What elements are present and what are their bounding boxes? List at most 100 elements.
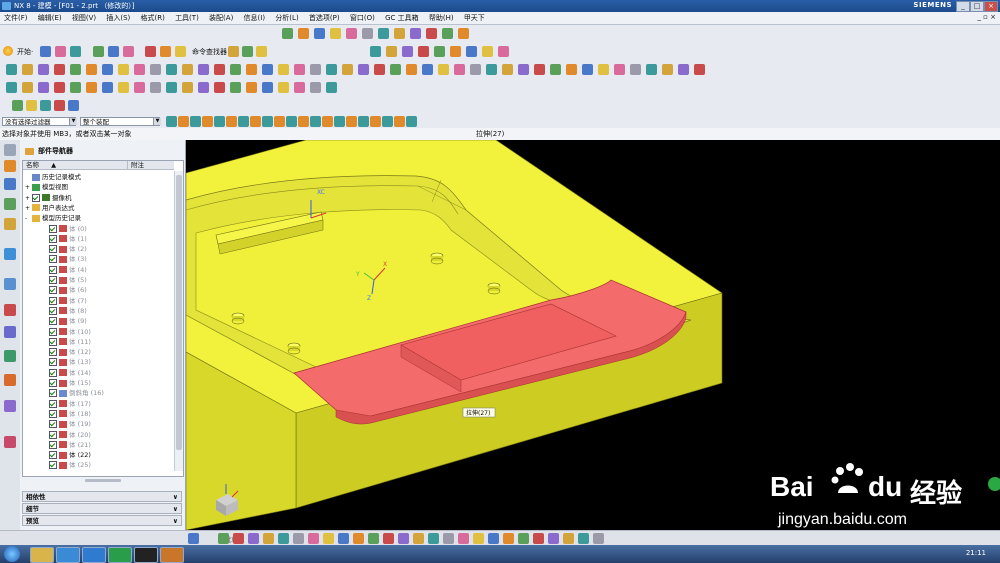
surface-tool-icon[interactable] <box>326 82 337 93</box>
feature-tool-icon[interactable] <box>358 64 369 75</box>
tree-node[interactable]: 体 (15) <box>23 378 183 388</box>
feature-tool-icon[interactable] <box>582 64 593 75</box>
feature-tool-icon[interactable] <box>6 64 17 75</box>
menu-help[interactable]: 帮助(H) <box>425 12 458 24</box>
tree-node[interactable]: - 模型历史记录 <box>23 213 175 223</box>
process-studio-tab-icon[interactable] <box>4 326 16 338</box>
sketch-tool-icon[interactable] <box>533 533 544 544</box>
tree-node[interactable]: 体 (25) <box>23 460 183 470</box>
selection-tool-icon[interactable] <box>370 116 381 127</box>
tree-node[interactable]: 体 (8) <box>23 306 183 316</box>
sketch-tool-icon[interactable] <box>308 533 319 544</box>
visibility-checkbox[interactable] <box>49 409 57 418</box>
standard-tool-icon[interactable] <box>160 46 171 57</box>
menu-info[interactable]: 信息(I) <box>240 12 270 24</box>
feature-tool-icon[interactable] <box>310 64 321 75</box>
visibility-checkbox[interactable] <box>49 461 57 470</box>
view-tool-icon[interactable] <box>346 28 357 39</box>
visibility-checkbox[interactable] <box>49 234 57 243</box>
view-tool-icon[interactable] <box>458 28 469 39</box>
menu-insert[interactable]: 插入(S) <box>102 12 134 24</box>
view-tool-icon[interactable] <box>362 28 373 39</box>
sketch-tool-icon[interactable] <box>593 533 604 544</box>
standard-tool-icon[interactable] <box>498 46 509 57</box>
surface-tool-icon[interactable] <box>22 82 33 93</box>
feature-tool-icon[interactable] <box>438 64 449 75</box>
visibility-checkbox[interactable] <box>32 193 40 202</box>
selection-tool-icon[interactable] <box>346 116 357 127</box>
sketch-tool-icon[interactable] <box>518 533 529 544</box>
view-tool-icon[interactable] <box>314 28 325 39</box>
windows-start-icon[interactable] <box>4 546 20 562</box>
menu-edit[interactable]: 编辑(E) <box>34 12 66 24</box>
minimize-button[interactable]: _ <box>956 1 970 12</box>
feature-tool-icon[interactable] <box>662 64 673 75</box>
utility-tool-icon[interactable] <box>54 100 65 111</box>
tree-node[interactable]: 体 (0) <box>23 224 183 234</box>
visibility-checkbox[interactable] <box>49 348 57 357</box>
visibility-checkbox[interactable] <box>49 224 57 233</box>
tree-node[interactable]: + 模型视图 <box>23 182 175 192</box>
menu-gc-toolkit[interactable]: GC 工具箱 <box>381 12 423 24</box>
sketch-tool-icon[interactable] <box>458 533 469 544</box>
tree-node[interactable]: 体 (3) <box>23 254 183 264</box>
surface-tool-icon[interactable] <box>166 82 177 93</box>
feature-tool-icon[interactable] <box>390 64 401 75</box>
visibility-checkbox[interactable] <box>49 276 57 284</box>
tree-node[interactable]: 体 (2) <box>23 244 183 254</box>
visibility-checkbox[interactable] <box>49 327 57 336</box>
scroll-thumb[interactable] <box>176 175 182 450</box>
tree-node[interactable]: + 摄像机 <box>23 193 175 203</box>
view-tool-icon[interactable] <box>410 28 421 39</box>
section-dependencies[interactable]: 相依性 ∨ <box>22 491 182 502</box>
surface-tool-icon[interactable] <box>118 82 129 93</box>
visibility-checkbox[interactable] <box>49 317 57 326</box>
feature-tool-icon[interactable] <box>86 64 97 75</box>
console-tab-icon[interactable] <box>4 400 16 412</box>
part-navigator-tab-icon[interactable] <box>4 160 16 172</box>
surface-tool-icon[interactable] <box>150 82 161 93</box>
feature-tool-icon[interactable] <box>118 64 129 75</box>
standard-tool-icon[interactable] <box>145 46 156 57</box>
tree-node[interactable]: + 用户表达式 <box>23 203 175 213</box>
visibility-checkbox[interactable] <box>49 337 57 346</box>
sketch-tool-icon[interactable] <box>563 533 574 544</box>
feature-tool-icon[interactable] <box>694 64 705 75</box>
view-tool-icon[interactable] <box>298 28 309 39</box>
sketch-tool-icon[interactable] <box>578 533 589 544</box>
close-button[interactable]: × <box>984 1 998 12</box>
reuse-library-tab-icon[interactable] <box>4 218 16 230</box>
sketch-tool-icon[interactable] <box>473 533 484 544</box>
feature-tool-icon[interactable] <box>150 64 161 75</box>
standard-tool-icon[interactable] <box>228 46 239 57</box>
standard-tool-icon[interactable] <box>386 46 397 57</box>
palette-tab-icon[interactable] <box>4 374 16 386</box>
surface-tool-icon[interactable] <box>198 82 209 93</box>
selection-tool-icon[interactable] <box>178 116 189 127</box>
tree-node[interactable]: 体 (13) <box>23 357 183 367</box>
sketch-tool-icon[interactable] <box>353 533 364 544</box>
visibility-checkbox[interactable] <box>49 265 57 274</box>
sketch-tool-icon[interactable] <box>548 533 559 544</box>
section-preview[interactable]: 预览 ∨ <box>22 515 182 526</box>
surface-tool-icon[interactable] <box>134 82 145 93</box>
standard-tool-icon[interactable] <box>370 46 381 57</box>
sketch-tool-icon[interactable] <box>323 533 334 544</box>
system-materials-tab-icon[interactable] <box>4 304 16 316</box>
feature-tool-icon[interactable] <box>550 64 561 75</box>
feature-tool-icon[interactable] <box>374 64 385 75</box>
view-tool-icon[interactable] <box>282 28 293 39</box>
visibility-checkbox[interactable] <box>49 358 57 367</box>
visibility-checkbox[interactable] <box>49 286 57 295</box>
help-tab-icon[interactable] <box>4 436 16 448</box>
selection-tool-icon[interactable] <box>202 116 213 127</box>
standard-tool-icon[interactable] <box>466 46 477 57</box>
feature-tool-icon[interactable] <box>614 64 625 75</box>
surface-tool-icon[interactable] <box>230 82 241 93</box>
standard-tool-icon[interactable] <box>70 46 81 57</box>
sketch-tool-icon[interactable] <box>233 533 244 544</box>
standard-tool-icon[interactable] <box>256 46 267 57</box>
feature-tool-icon[interactable] <box>262 64 273 75</box>
surface-tool-icon[interactable] <box>102 82 113 93</box>
tree-node[interactable]: 历史记录模式 <box>23 172 175 182</box>
